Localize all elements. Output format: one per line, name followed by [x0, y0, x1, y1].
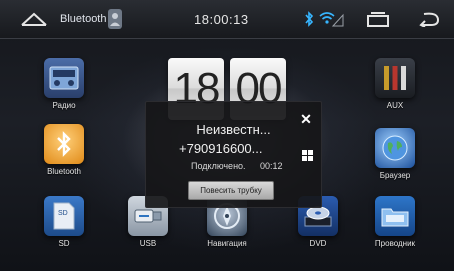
bluetooth-status-icon	[304, 0, 314, 38]
app-bluetooth[interactable]: Bluetooth	[34, 124, 94, 176]
call-dialog: ✕ Неизвестн... +790916600... Подключено.…	[145, 101, 322, 208]
recent-apps-icon	[367, 12, 389, 27]
call-duration: 00:12	[260, 161, 283, 171]
app-bluetooth-label: Bluetooth	[47, 167, 81, 176]
app-aux[interactable]: AUX	[365, 58, 425, 110]
recent-apps-button[interactable]	[366, 0, 390, 38]
home-button[interactable]	[20, 0, 50, 38]
radio-icon	[44, 58, 84, 98]
app-dvd-label: DVD	[309, 239, 327, 248]
app-aux-label: AUX	[386, 101, 404, 110]
status-time: 18:00:13	[194, 11, 249, 27]
caller-name: Неизвестн...	[196, 122, 271, 137]
sd-card-icon: SD	[44, 196, 84, 236]
status-bar: Bluetooth 18:00:13	[0, 0, 454, 39]
hangup-button[interactable]: Повесить трубку	[188, 181, 274, 200]
app-browser[interactable]: Браузер	[365, 128, 425, 180]
aux-icon	[375, 58, 415, 98]
home-screen: Bluetooth 18:00:13 18 00 Радио Bluetooth…	[0, 0, 454, 271]
app-usb-label: USB	[139, 239, 157, 248]
svg-text:SD: SD	[58, 210, 68, 217]
app-radio-label: Радио	[52, 101, 76, 110]
bluetooth-device-label: Bluetooth	[60, 13, 107, 25]
app-browser-label: Браузер	[379, 171, 411, 180]
app-radio[interactable]: Радио	[34, 58, 94, 110]
folder-icon	[375, 196, 415, 236]
bluetooth-app-icon	[44, 124, 84, 164]
back-button[interactable]	[418, 0, 442, 38]
back-icon	[419, 12, 440, 27]
keypad-icon	[302, 150, 313, 161]
app-explorer-label: Проводник	[374, 239, 416, 248]
call-status: Подключено.	[191, 161, 246, 171]
globe-icon	[375, 128, 415, 168]
app-navigation-label: Навигация	[207, 239, 247, 248]
home-icon	[21, 12, 47, 26]
app-explorer[interactable]: Проводник	[365, 196, 425, 248]
contact-avatar-icon	[108, 0, 122, 38]
keypad-button[interactable]	[302, 148, 313, 166]
caller-number: +790916600...	[179, 141, 263, 156]
app-sd[interactable]: SD SD	[34, 196, 94, 248]
app-sd-label: SD	[58, 239, 70, 248]
wifi-signal-icon	[318, 0, 344, 38]
